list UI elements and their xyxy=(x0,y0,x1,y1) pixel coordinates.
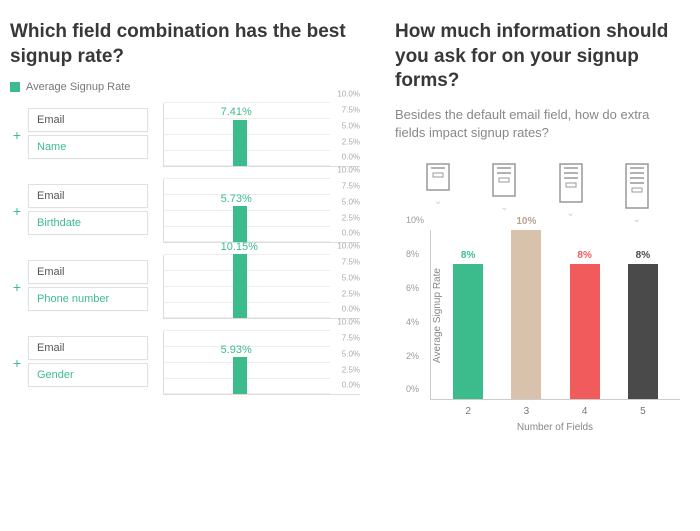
mini-tick: 7.5% xyxy=(342,106,360,115)
x-axis-label: Number of Fields xyxy=(430,422,680,433)
mini-tick: 0.0% xyxy=(342,305,360,314)
field-email: Email xyxy=(28,184,148,208)
legend-swatch xyxy=(10,82,20,92)
bar-label: 8% xyxy=(453,250,483,261)
mini-bar xyxy=(233,254,247,318)
x-tick: 2 xyxy=(453,406,483,417)
mini-bar xyxy=(233,120,247,167)
field-extra: Gender xyxy=(28,363,148,387)
mini-tick: 7.5% xyxy=(342,258,360,267)
mini-tick: 7.5% xyxy=(342,334,360,343)
mini-value: 10.15% xyxy=(221,241,258,253)
bar-label: 8% xyxy=(628,250,658,261)
combo-row: +EmailGender0.0%2.5%5.0%7.5%10.0%5.93% xyxy=(10,331,360,395)
legend-label: Average Signup Rate xyxy=(26,81,130,93)
y-tick: 8% xyxy=(406,249,419,259)
mini-tick: 10.0% xyxy=(337,90,360,99)
mini-tick: 0.0% xyxy=(342,153,360,162)
x-tick: 4 xyxy=(570,406,600,417)
x-tick: 5 xyxy=(628,406,658,417)
mini-bar xyxy=(233,206,247,242)
mini-tick: 5.0% xyxy=(342,197,360,206)
mini-chart: 0.0%2.5%5.0%7.5%10.0%7.41% xyxy=(163,103,360,167)
mini-chart: 0.0%2.5%5.0%7.5%10.0%5.93% xyxy=(163,331,360,395)
mini-value: 7.41% xyxy=(221,106,252,118)
combo-row: +EmailName0.0%2.5%5.0%7.5%10.0%7.41% xyxy=(10,103,360,167)
bar-label: 10% xyxy=(511,216,541,227)
right-title: How much information should you ask for … xyxy=(395,20,680,94)
big-bar: 10%3 xyxy=(511,230,541,399)
field-email: Email xyxy=(28,108,148,132)
plus-icon: + xyxy=(10,127,24,143)
mini-chart: 0.0%2.5%5.0%7.5%10.0%5.73% xyxy=(163,179,360,243)
mini-tick: 5.0% xyxy=(342,273,360,282)
field-email: Email xyxy=(28,336,148,360)
mini-value: 5.93% xyxy=(221,344,252,356)
plus-icon: + xyxy=(10,203,24,219)
mini-tick: 7.5% xyxy=(342,182,360,191)
y-tick: 6% xyxy=(406,283,419,293)
big-bar: 8%2 xyxy=(453,264,483,399)
big-chart: Average Signup Rate 8%210%38%48%5 0%2%4%… xyxy=(395,230,680,430)
mini-tick: 2.5% xyxy=(342,213,360,222)
combo-row: +EmailBirthdate0.0%2.5%5.0%7.5%10.0%5.73… xyxy=(10,179,360,243)
mini-tick: 10.0% xyxy=(337,166,360,175)
plus-icon: + xyxy=(10,355,24,371)
mini-value: 5.73% xyxy=(221,193,252,205)
mini-tick: 10.0% xyxy=(337,242,360,251)
mini-tick: 5.0% xyxy=(342,349,360,358)
y-tick: 4% xyxy=(406,317,419,327)
field-extra: Name xyxy=(28,135,148,159)
form-icon: ⌄ xyxy=(556,162,586,225)
mini-tick: 2.5% xyxy=(342,137,360,146)
mini-chart: 0.0%2.5%5.0%7.5%10.0%10.15% xyxy=(163,255,360,319)
combo-row: +EmailPhone number0.0%2.5%5.0%7.5%10.0%1… xyxy=(10,255,360,319)
mini-tick: 10.0% xyxy=(337,318,360,327)
y-tick: 2% xyxy=(406,351,419,361)
field-email: Email xyxy=(28,260,148,284)
field-extra: Phone number xyxy=(28,287,148,311)
right-subtitle: Besides the default email field, how do … xyxy=(395,106,680,142)
x-tick: 3 xyxy=(511,406,541,417)
big-bar: 8%5 xyxy=(628,264,658,399)
mini-tick: 0.0% xyxy=(342,229,360,238)
left-title: Which field combination has the best sig… xyxy=(10,20,360,69)
legend: Average Signup Rate xyxy=(10,81,360,93)
y-tick: 10% xyxy=(406,215,424,225)
mini-tick: 2.5% xyxy=(342,289,360,298)
bar-label: 8% xyxy=(570,250,600,261)
form-icon: ⌄ xyxy=(622,162,652,225)
field-extra: Birthdate xyxy=(28,211,148,235)
mini-bar xyxy=(233,357,247,394)
big-bar: 8%4 xyxy=(570,264,600,399)
mini-tick: 5.0% xyxy=(342,121,360,130)
mini-tick: 2.5% xyxy=(342,365,360,374)
mini-tick: 0.0% xyxy=(342,381,360,390)
y-tick: 0% xyxy=(406,384,419,394)
form-icon: ⌄ xyxy=(423,162,453,225)
plus-icon: + xyxy=(10,279,24,295)
